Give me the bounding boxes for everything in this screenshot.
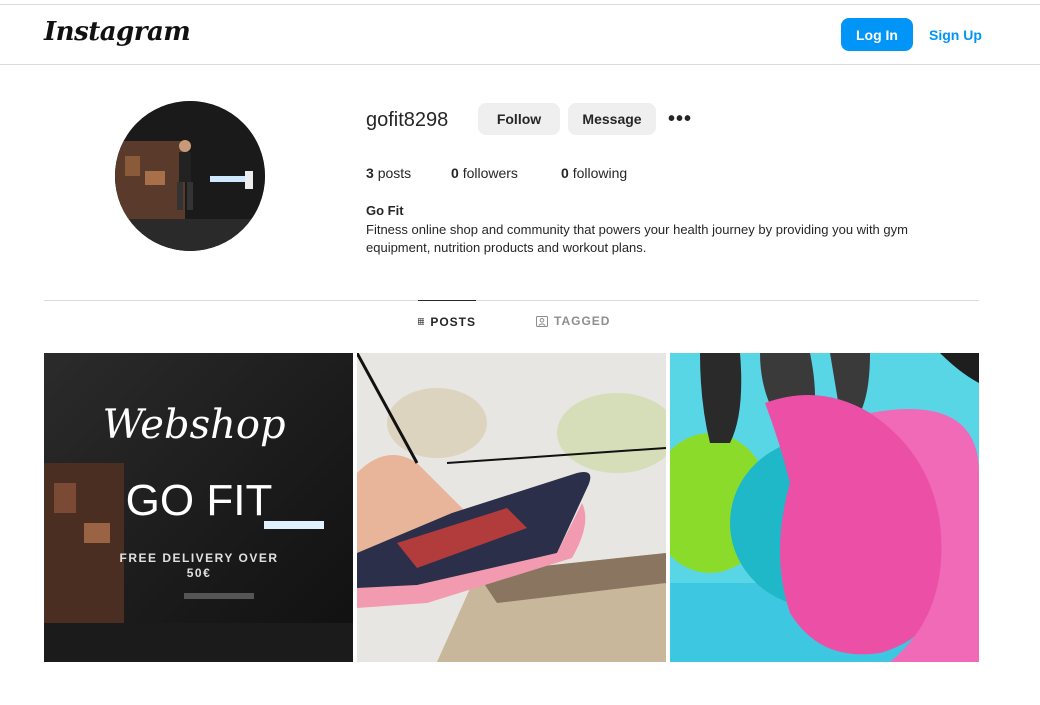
tab-tagged[interactable]: TAGGED (536, 300, 616, 342)
tab-tagged-label: TAGGED (554, 314, 611, 328)
more-options-icon[interactable]: ••• (666, 108, 694, 130)
signup-link[interactable]: Sign Up (929, 27, 982, 43)
post-title-text: GO FIT (126, 476, 273, 525)
post-subtitle-line1: FREE DELIVERY OVER (119, 551, 278, 565)
following-label: following (572, 165, 628, 181)
post-thumbnail[interactable] (357, 353, 666, 662)
followers-label: followers (462, 165, 518, 181)
profile-avatar[interactable] (115, 101, 265, 251)
top-navbar: Instagram Log In Sign Up (0, 5, 1040, 65)
login-button[interactable]: Log In (841, 18, 913, 51)
profile-full-name: Go Fit (366, 203, 404, 218)
profile-username: gofit8298 (366, 109, 449, 131)
tagged-icon (536, 315, 548, 327)
post-subtitle-line2: 50€ (187, 566, 212, 580)
post-script-text: Webshop (102, 402, 285, 448)
tab-posts-label: POSTS (430, 314, 476, 329)
posts-grid: Webshop GO FIT FREE DELIVERY OVER 50€ (44, 353, 979, 662)
post-thumbnail[interactable] (670, 353, 979, 662)
instagram-logo[interactable]: Instagram (44, 17, 191, 47)
followers-stat[interactable]: 0 followers (451, 165, 518, 181)
posts-stat: 3 posts (366, 165, 411, 181)
post-thumbnail[interactable]: Webshop GO FIT FREE DELIVERY OVER 50€ (44, 353, 353, 662)
tabs-divider (44, 300, 979, 301)
tab-posts[interactable]: POSTS (418, 300, 476, 342)
following-stat[interactable]: 0 following (561, 165, 627, 181)
profile-bio: Fitness online shop and community that p… (366, 222, 908, 255)
followers-count: 0 (451, 165, 459, 181)
follow-button[interactable]: Follow (478, 103, 560, 135)
grid-icon (418, 318, 425, 325)
posts-count: 3 (366, 165, 374, 181)
posts-label: posts (377, 165, 412, 181)
message-button[interactable]: Message (568, 103, 656, 135)
following-count: 0 (561, 165, 569, 181)
